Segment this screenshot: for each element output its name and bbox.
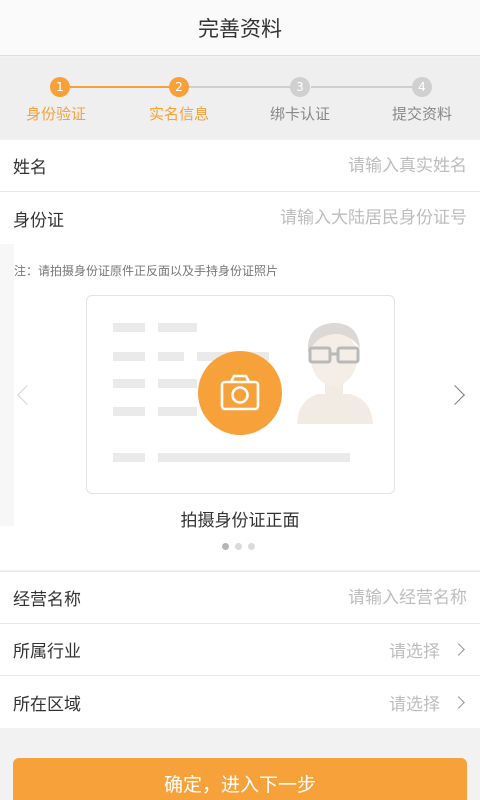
name-row: 姓名: [0, 140, 480, 192]
placeholder-line: [113, 379, 145, 388]
id-number-label: 身份证: [13, 210, 64, 231]
industry-label: 所属行业: [13, 642, 81, 662]
id-photo-section: 注：请拍摄身份证原件正反面以及手持身份证照片 拍摄身份证正面: [0, 244, 480, 570]
name-label: 姓名: [13, 158, 47, 178]
business-form: 经营名称 所属行业 请选择 所在区域 请选择: [0, 571, 480, 728]
placeholder-line: [158, 379, 197, 388]
region-select[interactable]: 请选择: [389, 690, 467, 715]
id-number-row: 身份证: [0, 192, 480, 244]
carousel-next-icon[interactable]: [445, 385, 465, 405]
step-progress: 1 身份验证 2 实名信息 3 绑卡认证 4 提交资料: [0, 57, 480, 139]
portrait-icon: [297, 322, 373, 424]
camera-icon: [220, 374, 260, 411]
carousel-dot[interactable]: [235, 543, 242, 550]
placeholder-line: [113, 407, 145, 416]
step-label: 提交资料: [391, 105, 452, 123]
region-row[interactable]: 所在区域 请选择: [0, 676, 480, 728]
name-input[interactable]: [187, 155, 467, 176]
step-number: 1: [50, 77, 70, 97]
step-label: 身份验证: [25, 105, 86, 123]
industry-value: 请选择: [389, 642, 440, 662]
title-bar: 完善资料: [0, 0, 480, 56]
id-photo-note: 注：请拍摄身份证原件正反面以及手持身份证照片: [14, 264, 279, 278]
industry-row[interactable]: 所属行业 请选择: [0, 624, 480, 676]
step-connector-2: [188, 86, 290, 88]
business-name-label: 经营名称: [13, 590, 81, 610]
step-number: 2: [169, 77, 189, 97]
id-number-input[interactable]: [187, 208, 467, 228]
placeholder-line: [158, 453, 350, 462]
submit-button[interactable]: 确定，进入下一步: [13, 758, 467, 800]
chevron-right-icon: [452, 643, 465, 656]
id-photo-caption: 拍摄身份证正面: [180, 511, 300, 531]
camera-button[interactable]: [198, 351, 282, 435]
identity-form: 姓名 身份证: [0, 140, 480, 244]
placeholder-line: [113, 323, 145, 332]
carousel-prev-icon[interactable]: [17, 385, 37, 405]
placeholder-line: [158, 323, 197, 332]
step-number: 3: [290, 77, 310, 97]
carousel-dot[interactable]: [248, 543, 255, 550]
placeholder-line: [158, 407, 197, 416]
carousel-dot[interactable]: [222, 543, 229, 550]
step-number: 4: [412, 77, 432, 97]
chevron-right-icon: [452, 695, 465, 709]
step-label: 实名信息: [148, 105, 209, 123]
step-connector-1: [70, 86, 170, 88]
carousel-edge: [0, 244, 14, 526]
region-value: 请选择: [389, 694, 440, 715]
step-label: 绑卡认证: [269, 105, 330, 123]
region-label: 所在区域: [13, 694, 81, 715]
business-name-row: 经营名称: [0, 572, 480, 624]
step-connector-3: [311, 86, 412, 88]
page-title: 完善资料: [198, 16, 282, 41]
placeholder-line: [158, 352, 184, 361]
industry-select[interactable]: 请选择: [389, 637, 467, 662]
business-name-input[interactable]: [187, 587, 467, 608]
placeholder-line: [113, 352, 145, 361]
carousel-indicator: [222, 543, 255, 550]
placeholder-line: [113, 453, 145, 462]
